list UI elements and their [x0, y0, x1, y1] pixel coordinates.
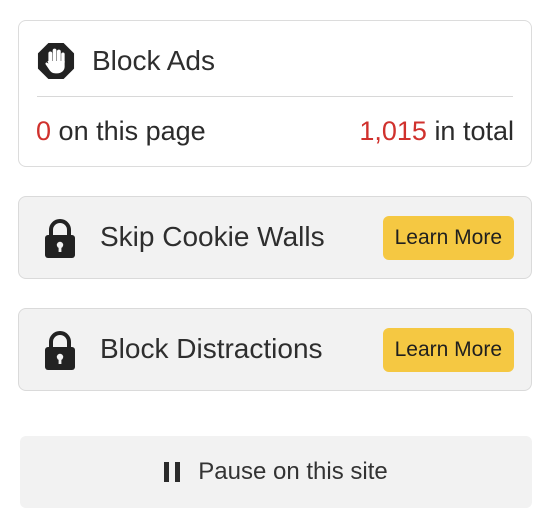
total-label: in total	[434, 116, 514, 146]
learn-more-button-cookie-walls[interactable]: Learn More	[382, 216, 514, 260]
divider	[37, 96, 513, 97]
page-count: 0	[36, 116, 52, 146]
block-distractions-title: Block Distractions	[100, 333, 323, 364]
page-label: on this page	[58, 116, 206, 146]
page-stat: 0 on this page	[36, 116, 206, 147]
total-stat: 1,015 in total	[359, 116, 514, 147]
skip-cookie-walls-title: Skip Cookie Walls	[100, 221, 325, 252]
pause-icon	[164, 462, 181, 482]
block-ads-title: Block Ads	[92, 45, 215, 76]
stop-hand-icon	[37, 42, 75, 80]
total-count: 1,015	[359, 116, 427, 146]
lock-icon	[45, 331, 75, 370]
pause-label: Pause on this site	[198, 458, 388, 485]
ad-stats: 0 on this page 1,015 in total	[36, 116, 514, 147]
block-ads-header: Block Ads	[37, 42, 215, 80]
pause-on-site-button[interactable]: Pause on this site	[20, 436, 532, 508]
block-distractions-card: Block Distractions Learn More	[18, 308, 532, 391]
block-ads-card: Block Ads 0 on this page 1,015 in total	[18, 20, 532, 167]
skip-cookie-walls-card: Skip Cookie Walls Learn More	[18, 196, 532, 279]
lock-icon	[45, 219, 75, 258]
learn-more-button-distractions[interactable]: Learn More	[382, 328, 514, 372]
